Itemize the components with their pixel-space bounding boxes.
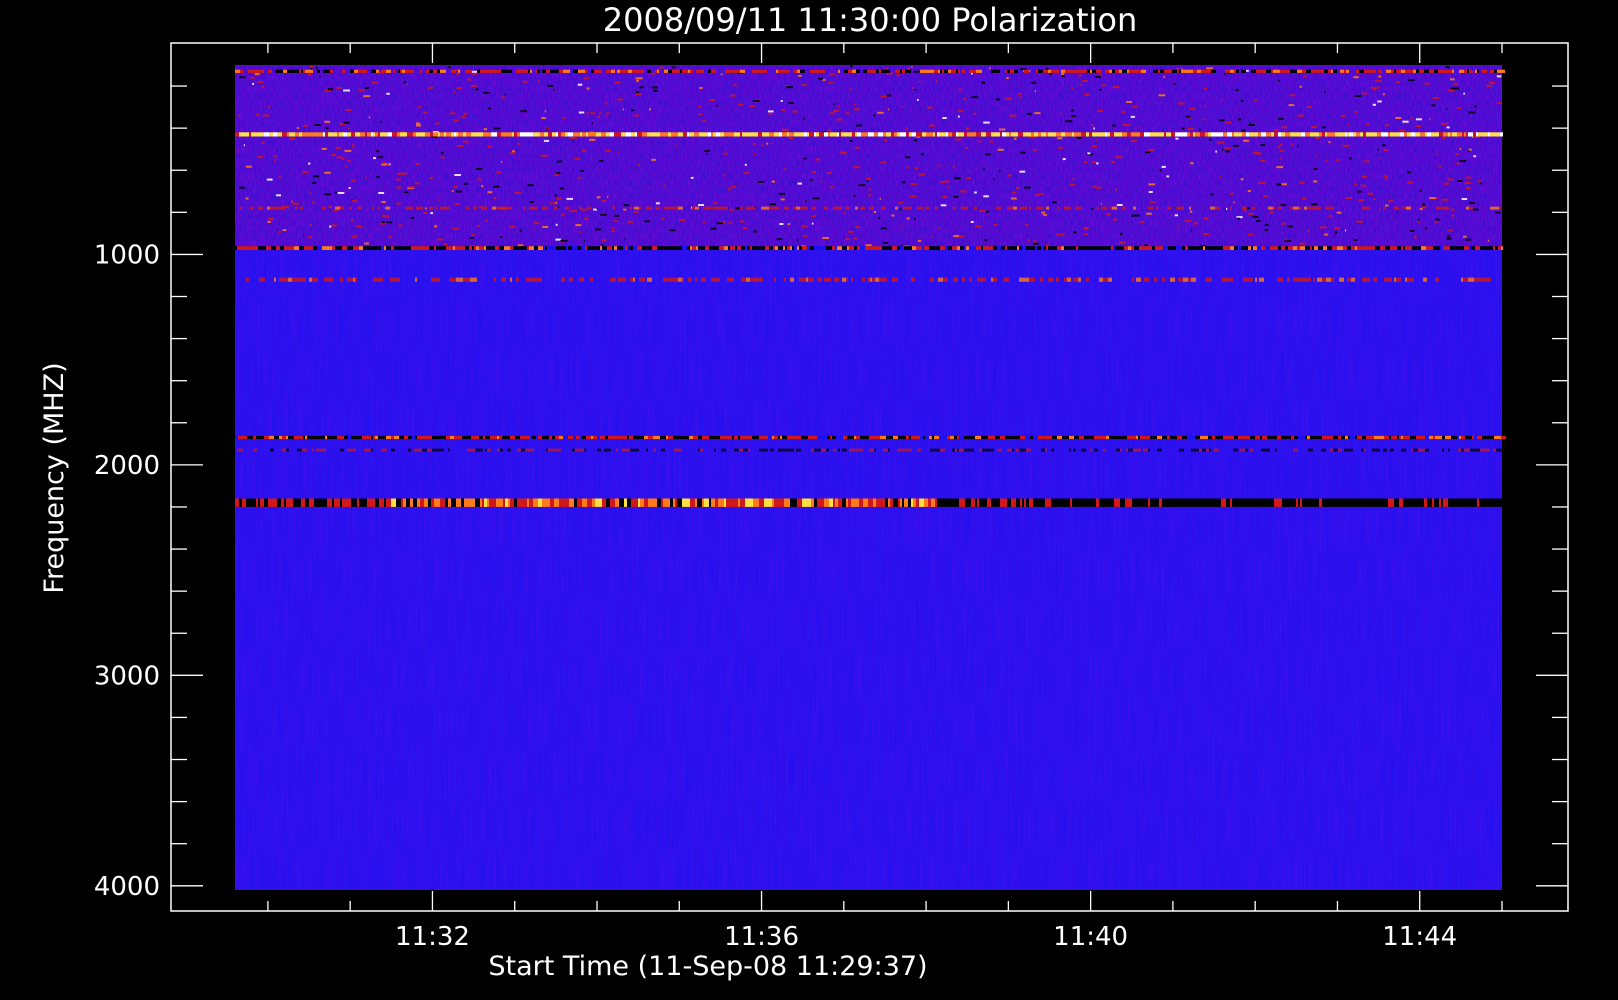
band-1870 bbox=[235, 435, 1506, 440]
band-430 bbox=[235, 132, 1503, 137]
spectrogram-chart: 2008/09/11 11:30:00 Polarization 11:32 11… bbox=[39, 1, 1569, 982]
noisy-region-texture bbox=[235, 65, 1502, 246]
y-tick-label: 3000 bbox=[94, 661, 160, 691]
x-axis-label: Start Time (11-Sep-08 11:29:37) bbox=[488, 951, 927, 982]
y-tick-labels: 1000 2000 3000 4000 bbox=[94, 240, 160, 901]
x-tick-label: 11:36 bbox=[724, 922, 799, 952]
band-2180 bbox=[235, 498, 1502, 507]
y-tick-label: 1000 bbox=[94, 240, 160, 270]
x-tick-label: 11:32 bbox=[395, 922, 470, 952]
band-1120 bbox=[246, 277, 1491, 282]
band-970 bbox=[235, 246, 1503, 250]
heatmap-area bbox=[235, 65, 1506, 890]
y-tick-label: 2000 bbox=[94, 451, 160, 481]
y-axis-label: Frequency (MHZ) bbox=[39, 362, 70, 593]
x-tick-labels: 11:32 11:36 11:40 11:44 bbox=[395, 922, 1457, 952]
x-tick-label: 11:44 bbox=[1382, 922, 1457, 952]
y-tick-label: 4000 bbox=[94, 872, 160, 902]
chart-title: 2008/09/11 11:30:00 Polarization bbox=[603, 1, 1137, 39]
x-tick-label: 11:40 bbox=[1053, 922, 1128, 952]
